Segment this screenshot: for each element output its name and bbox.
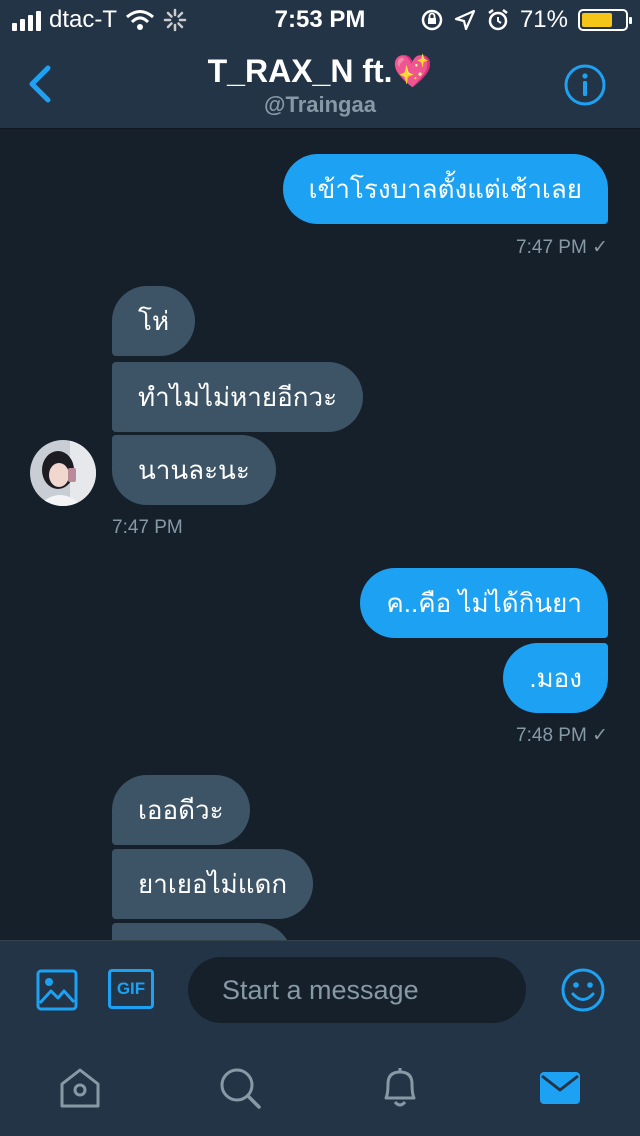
message-outgoing[interactable]: .มอง	[503, 643, 608, 713]
message-outgoing[interactable]: ค..คือ ไม่ได้กินยา	[360, 568, 608, 638]
conversation-header: T_RAX_N ft.💖 @Traingaa	[0, 40, 640, 129]
status-bar: dtac-T 7:53 PM 71%	[0, 0, 640, 40]
message-list[interactable]: เข้าโรงบาลตั้งแต่เช้าเลย 7:47 PM ✓ โห่ ท…	[0, 129, 640, 940]
home-icon[interactable]	[58, 1066, 102, 1110]
alarm-icon	[488, 9, 508, 31]
location-icon	[454, 9, 476, 31]
message-incoming[interactable]: โห่	[112, 286, 196, 356]
rotation-lock-icon	[421, 9, 443, 31]
message-incoming[interactable]: ยาเยอไม่แดก	[112, 849, 314, 919]
search-icon[interactable]	[218, 1066, 262, 1110]
tab-bar	[0, 1036, 640, 1136]
conversation-handle[interactable]: @Traingaa	[0, 92, 640, 118]
message-composer: GIF Start a message	[0, 940, 640, 1037]
image-icon[interactable]	[36, 969, 78, 1011]
info-icon[interactable]	[564, 64, 606, 106]
status-right: 71%	[420, 6, 632, 34]
message-incoming-partial[interactable]	[112, 923, 292, 940]
notifications-icon[interactable]	[378, 1064, 422, 1110]
avatar[interactable]	[30, 440, 96, 506]
message-timestamp: 7:47 PM	[112, 517, 183, 538]
message-incoming[interactable]: นานละนะ	[112, 435, 276, 505]
message-timestamp: 7:48 PM ✓	[516, 725, 608, 746]
message-timestamp: 7:47 PM ✓	[516, 237, 608, 258]
conversation-title[interactable]: T_RAX_N ft.💖	[0, 52, 640, 90]
message-input[interactable]: Start a message	[188, 957, 526, 1023]
gif-icon[interactable]: GIF	[108, 969, 154, 1009]
gif-label: GIF	[116, 979, 146, 998]
message-incoming[interactable]: ทำไมไม่หายอีกวะ	[112, 362, 364, 432]
emoji-icon[interactable]	[560, 967, 606, 1013]
battery-percent: 71%	[519, 6, 568, 33]
message-outgoing[interactable]: เข้าโรงบาลตั้งแต่เช้าเลย	[282, 154, 608, 224]
battery-icon	[578, 9, 632, 31]
message-incoming[interactable]: เออดีวะ	[112, 775, 250, 845]
messages-icon[interactable]	[538, 1068, 582, 1108]
